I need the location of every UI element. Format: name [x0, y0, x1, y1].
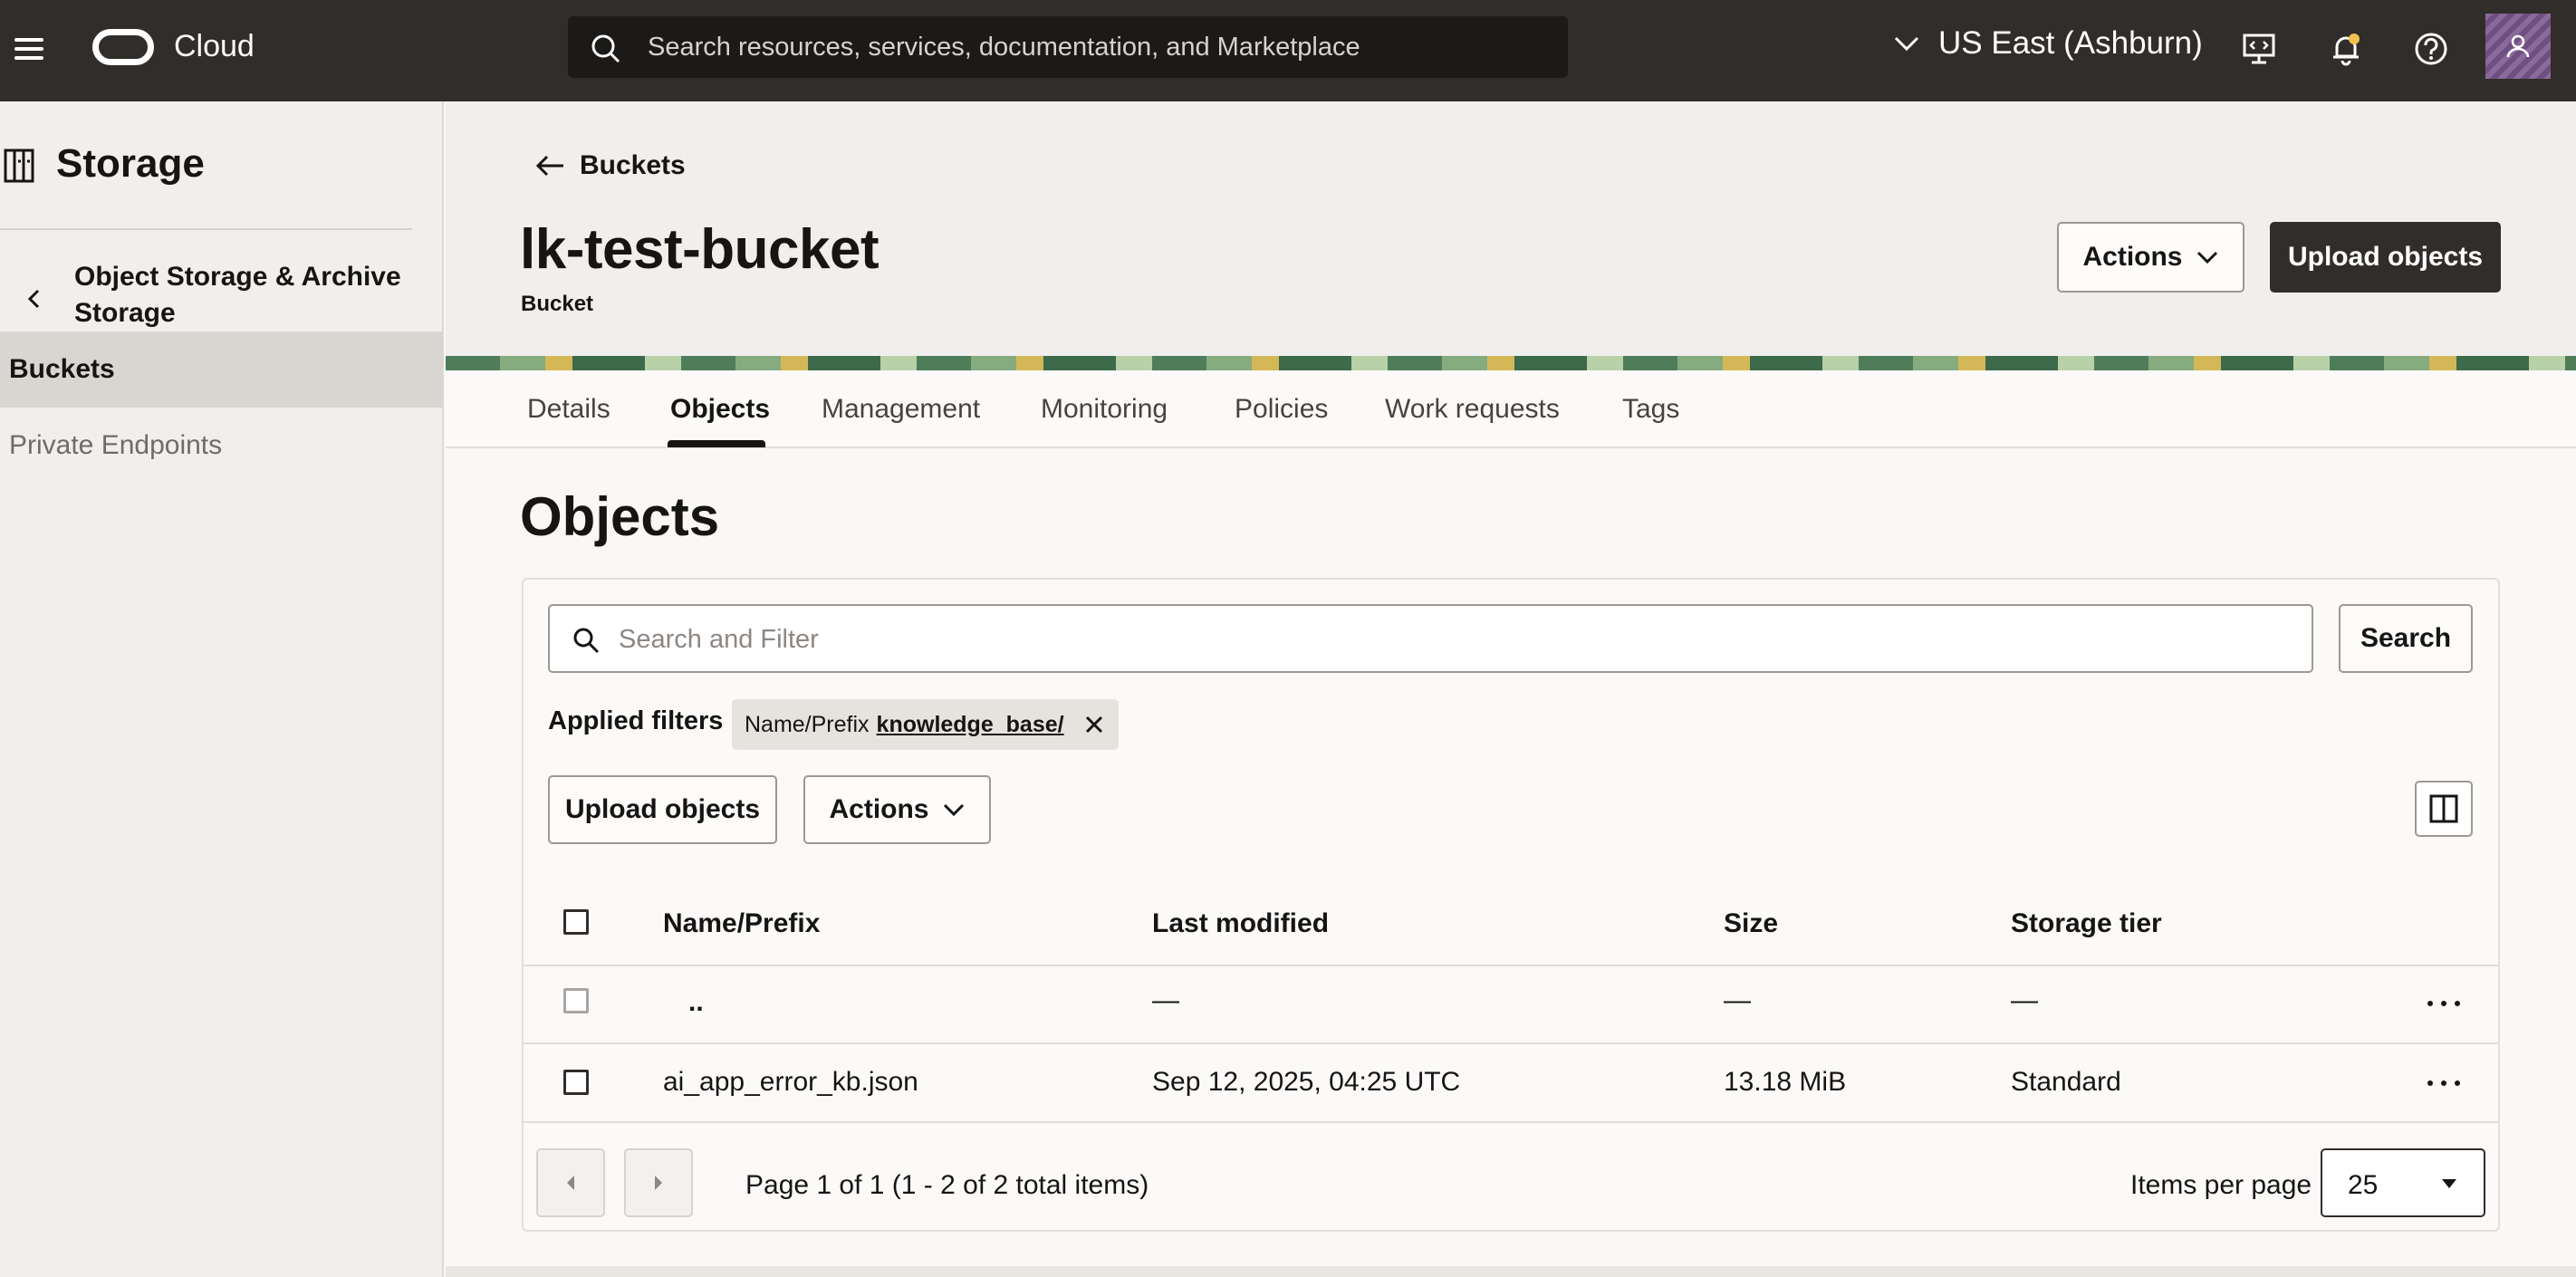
user-avatar[interactable] — [2485, 14, 2551, 79]
bottom-edge — [446, 1266, 2576, 1277]
caret-left-icon — [567, 1176, 574, 1190]
row-storage-tier: — — [2011, 985, 2038, 1015]
column-header-last-modified[interactable]: Last modified — [1152, 908, 1329, 939]
column-layout-toggle[interactable] — [2415, 781, 2473, 837]
menu-icon[interactable] — [11, 33, 47, 65]
filter-chip-value[interactable]: knowledge_base/ — [877, 712, 1064, 738]
items-per-page-select[interactable]: 25 — [2321, 1148, 2485, 1217]
page-title: lk-test-bucket — [520, 218, 879, 281]
header-actions-label: Actions — [2082, 242, 2183, 272]
row-checkbox — [563, 988, 589, 1013]
search-icon — [591, 34, 620, 63]
search-button[interactable]: Search — [2339, 604, 2473, 673]
caret-down-icon — [2442, 1179, 2456, 1188]
active-tab-indicator — [668, 440, 765, 447]
storage-icon — [4, 149, 34, 183]
select-all-checkbox[interactable] — [563, 909, 589, 935]
row-actions-menu-icon[interactable] — [2427, 1067, 2460, 1099]
tab-bar: Details Objects Management Monitoring Po… — [446, 370, 2576, 448]
chevron-left-icon[interactable] — [18, 283, 51, 315]
column-header-name[interactable]: Name/Prefix — [663, 908, 820, 939]
caret-right-icon — [655, 1176, 662, 1190]
notifications-icon[interactable] — [2326, 29, 2366, 69]
tab-policies[interactable]: Policies — [1235, 394, 1328, 425]
items-per-page-value: 25 — [2348, 1170, 2379, 1200]
sidebar-title: Storage — [56, 141, 205, 186]
chevron-down-icon — [943, 803, 964, 817]
tab-tags[interactable]: Tags — [1622, 394, 1679, 425]
row-name[interactable]: .. — [688, 987, 704, 1018]
row-last-modified: — — [1152, 985, 1179, 1015]
next-page-button[interactable] — [624, 1148, 693, 1217]
decorative-banner — [446, 356, 2576, 370]
row-divider — [523, 965, 2499, 966]
top-bar: Cloud US East (Ashburn) — [0, 0, 2576, 101]
sidebar: Storage Object Storage & Archive Storage… — [0, 101, 444, 1277]
tab-objects[interactable]: Objects — [670, 394, 770, 425]
oracle-logo[interactable] — [92, 29, 154, 65]
filter-chip[interactable]: Name/Prefix knowledge_base/ — [732, 699, 1119, 750]
global-search[interactable] — [568, 16, 1568, 78]
previous-page-button[interactable] — [536, 1148, 605, 1217]
objects-panel — [522, 578, 2500, 1232]
pagination-status: Page 1 of 1 (1 - 2 of 2 total items) — [745, 1170, 1149, 1200]
tab-details[interactable]: Details — [527, 394, 610, 425]
row-checkbox[interactable] — [563, 1070, 589, 1095]
header-actions-button[interactable]: Actions — [2057, 222, 2244, 293]
close-icon[interactable] — [1084, 715, 1104, 735]
region-label: US East (Ashburn) — [1938, 25, 2203, 61]
row-divider — [523, 1121, 2499, 1123]
tab-monitoring[interactable]: Monitoring — [1041, 394, 1168, 425]
row-size: — — [1724, 985, 1751, 1015]
global-search-input[interactable] — [648, 29, 1535, 65]
search-filter-input[interactable] — [619, 622, 2249, 657]
developer-tools-icon[interactable] — [2239, 29, 2279, 69]
arrow-left-icon — [535, 155, 563, 177]
row-last-modified: Sep 12, 2025, 04:25 UTC — [1152, 1067, 1461, 1097]
header-upload-objects-button[interactable]: Upload objects — [2270, 222, 2501, 293]
row-actions-menu-icon[interactable] — [2427, 987, 2460, 1020]
section-title: Objects — [520, 486, 720, 547]
search-filter-field[interactable] — [548, 604, 2313, 673]
row-size: 13.18 MiB — [1724, 1067, 1847, 1097]
sidebar-item-buckets[interactable]: Buckets — [0, 331, 443, 408]
brand-label: Cloud — [174, 29, 255, 63]
user-icon — [2506, 34, 2530, 58]
tab-management[interactable]: Management — [822, 394, 980, 425]
page-subtitle: Bucket — [521, 292, 594, 316]
applied-filters-label: Applied filters — [548, 706, 724, 735]
column-header-storage-tier[interactable]: Storage tier — [2011, 908, 2162, 939]
sidebar-item-private-endpoints[interactable]: Private Endpoints — [0, 408, 443, 484]
objects-actions-label: Actions — [829, 794, 929, 824]
objects-actions-button[interactable]: Actions — [803, 775, 991, 844]
upload-objects-button[interactable]: Upload objects — [548, 775, 777, 844]
filter-chip-key: Name/Prefix — [745, 711, 870, 737]
chevron-down-icon — [2196, 251, 2217, 264]
back-link-label: Buckets — [580, 150, 686, 180]
row-storage-tier: Standard — [2011, 1067, 2121, 1097]
sidebar-section-title[interactable]: Object Storage & Archive Storage — [74, 259, 418, 331]
tab-work-requests[interactable]: Work requests — [1385, 394, 1560, 425]
divider — [0, 228, 412, 230]
columns-icon — [2429, 794, 2458, 823]
region-selector[interactable]: US East (Ashburn) — [1893, 25, 2203, 62]
row-name[interactable]: ai_app_error_kb.json — [663, 1067, 918, 1098]
column-header-size[interactable]: Size — [1724, 908, 1778, 939]
items-per-page-label: Items per page — [2130, 1170, 2312, 1200]
help-icon[interactable] — [2411, 29, 2451, 69]
back-to-buckets-link[interactable]: Buckets — [534, 150, 686, 181]
search-icon — [573, 628, 600, 654]
chevron-down-icon — [1894, 36, 1919, 52]
row-divider — [523, 1042, 2499, 1044]
